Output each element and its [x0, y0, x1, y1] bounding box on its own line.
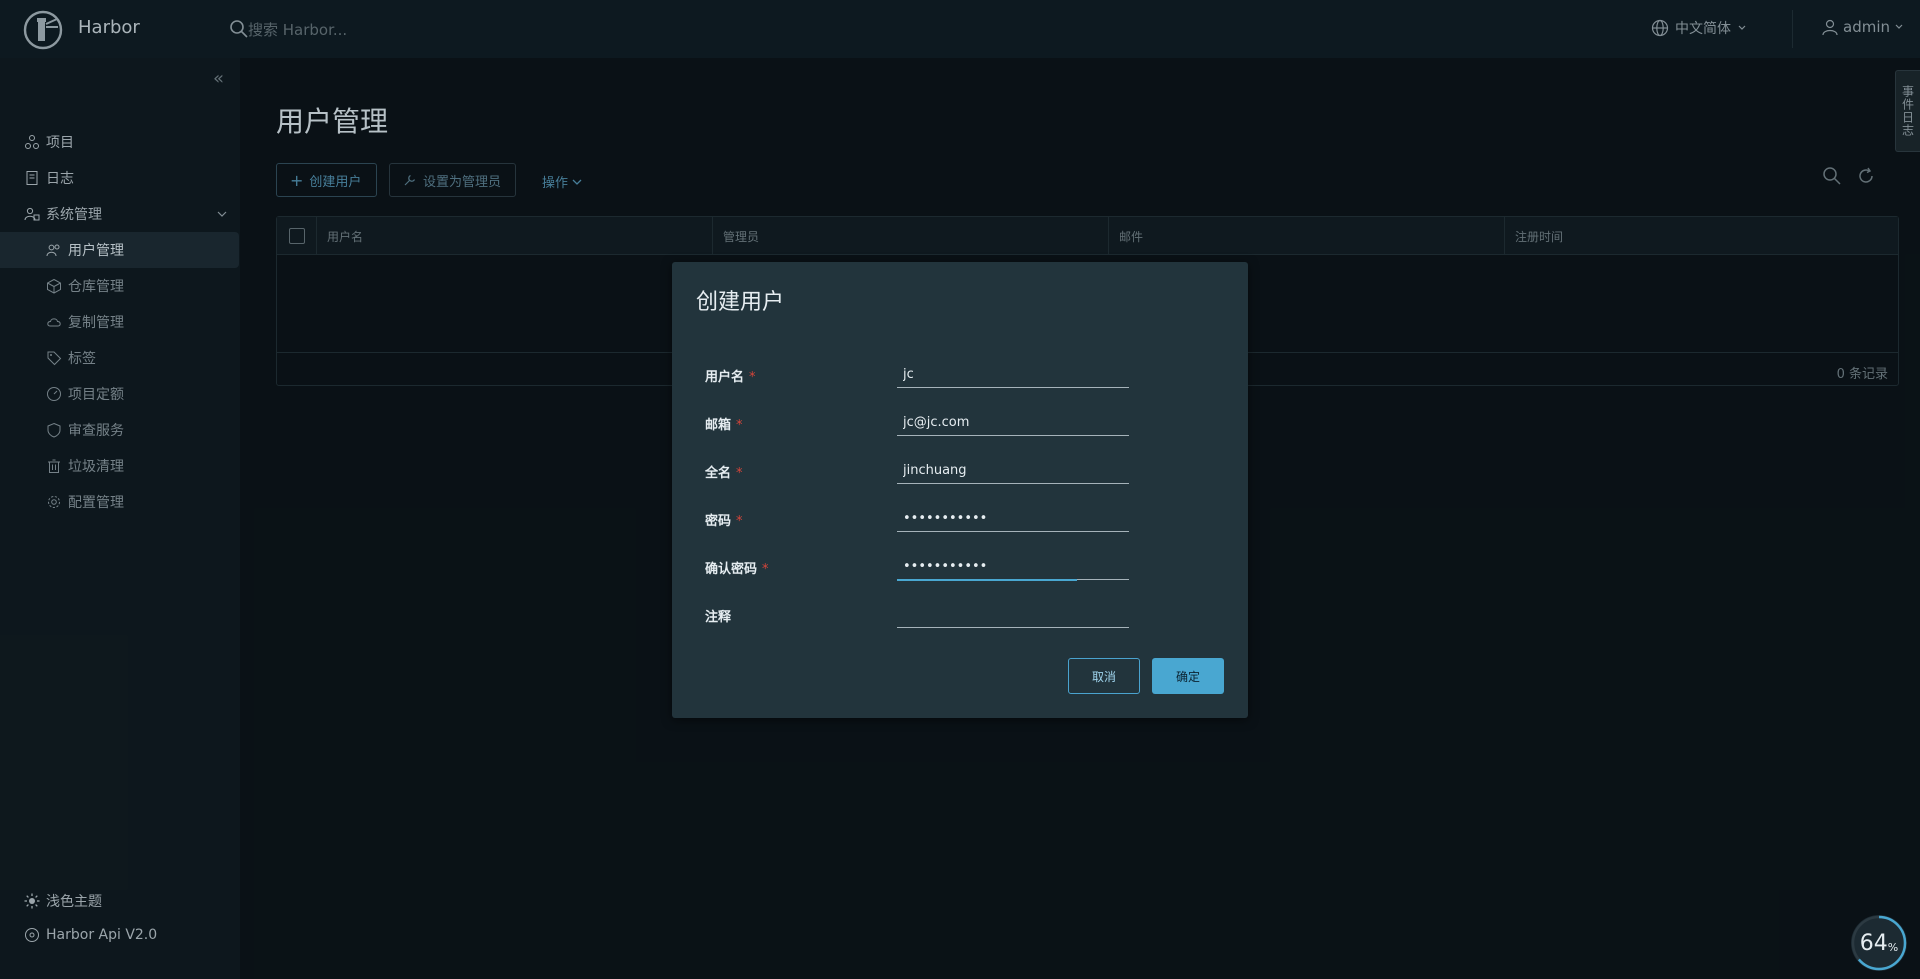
password-input[interactable]: [897, 506, 1129, 532]
dialog-title: 创建用户: [696, 290, 785, 315]
required-asterisk: *: [736, 418, 743, 433]
field-label: 全名 *: [705, 466, 743, 481]
required-asterisk: *: [736, 466, 743, 481]
input-focus-underline: [897, 579, 1077, 581]
email-input[interactable]: [897, 410, 1129, 436]
field-label: 用户名 *: [705, 370, 756, 385]
comment-input[interactable]: [897, 602, 1129, 628]
progress-unit: %: [1887, 940, 1899, 954]
form-row-email: 邮箱 *: [672, 406, 1248, 436]
confirm-button[interactable]: 确定: [1152, 658, 1224, 694]
form-row-confirm-password: 确认密码 *: [672, 550, 1248, 581]
field-label: 密码 *: [705, 514, 743, 529]
form-row-password: 密码 *: [672, 502, 1248, 532]
progress-value: 64: [1859, 930, 1888, 956]
fullname-input[interactable]: [897, 458, 1129, 484]
form-row-comment: 注释: [672, 598, 1248, 628]
field-label: 邮箱 *: [705, 418, 743, 433]
create-user-dialog: 创建用户 用户名* 邮箱* 全名* 密码* 确认密码* 注释 取消 确定: [672, 262, 1248, 718]
required-asterisk: *: [762, 562, 769, 577]
form-row-fullname: 全名 *: [672, 454, 1248, 484]
confirm-password-input[interactable]: [897, 554, 1129, 580]
cancel-button[interactable]: 取消: [1068, 658, 1140, 694]
required-asterisk: *: [736, 514, 743, 529]
username-input[interactable]: [897, 362, 1129, 388]
field-label: 确认密码 *: [705, 562, 769, 577]
field-label: 注释: [705, 610, 732, 625]
progress-badge[interactable]: 64%: [1851, 915, 1907, 971]
form-row-username: 用户名 *: [672, 358, 1248, 388]
required-asterisk: *: [749, 370, 756, 385]
